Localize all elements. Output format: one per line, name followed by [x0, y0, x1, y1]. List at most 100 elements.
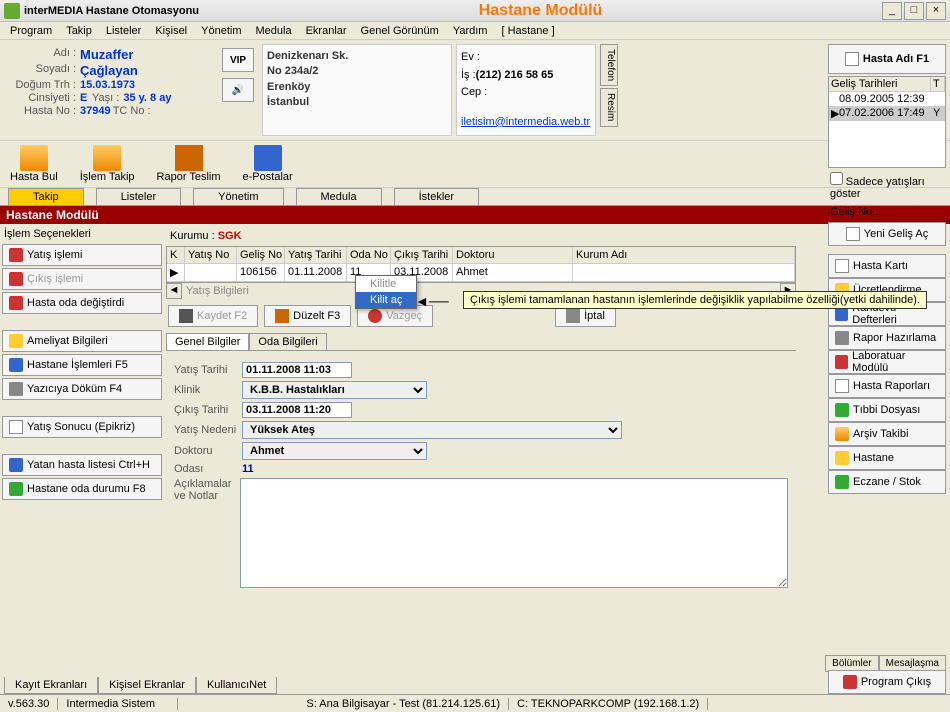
- program-cikis-button[interactable]: Program Çıkış: [828, 670, 946, 694]
- address-box: Denizkenarı Sk. No 234a/2 Erenköy İstanb…: [262, 44, 452, 136]
- patient-name: Muzaffer: [80, 47, 133, 62]
- left-yatan-hasta-listesi-ctrl-h[interactable]: Yatan hasta listesi Ctrl+H: [2, 454, 162, 476]
- app-title: interMEDIA Hastane Otomasyonu: [24, 5, 199, 17]
- module-title-header: Hastane Modülü: [199, 2, 882, 20]
- exit-icon: [843, 675, 857, 689]
- tab-oda-bilgileri[interactable]: Oda Bilgileri: [249, 333, 326, 350]
- btn-icon: [9, 296, 23, 310]
- right-hastane[interactable]: Hastane: [828, 446, 946, 470]
- new-icon: [846, 227, 860, 241]
- close-button[interactable]: ×: [926, 2, 946, 20]
- maintab-i̇stekler[interactable]: İstekler: [394, 188, 479, 205]
- left-ameliyat-bilgileri[interactable]: Ameliyat Bilgileri: [2, 330, 162, 352]
- menu-kiisel[interactable]: Kişisel: [149, 24, 193, 38]
- menu-ekranlar[interactable]: Ekranlar: [300, 24, 353, 38]
- patient-info: Adı :Muzaffer Soyadı :Çağlayan Doğum Trh…: [4, 44, 214, 136]
- tab-genel-bilgiler[interactable]: Genel Bilgiler: [166, 333, 249, 350]
- module-bar: Hastane Modülü: [0, 206, 950, 224]
- toolbar-hasta-bul[interactable]: Hasta Bul: [8, 143, 60, 185]
- unlock-menuitem[interactable]: Kilit aç: [356, 292, 416, 308]
- btn-icon: [835, 379, 849, 393]
- tab-telefon[interactable]: Telefon: [600, 44, 618, 86]
- notlar-textarea[interactable]: [240, 478, 788, 588]
- left---k---i-lemi[interactable]: Çıkış işlemi: [2, 268, 162, 290]
- btn-icon: [9, 358, 23, 372]
- right-laboratuar-mod-l-[interactable]: Laboratuar Modülü: [828, 350, 946, 374]
- yatis-tarihi-input[interactable]: [242, 362, 352, 378]
- btn-icon: [835, 355, 848, 369]
- menu-program[interactable]: Program: [4, 24, 58, 38]
- menu-ynetim[interactable]: Yönetim: [195, 24, 247, 38]
- minimize-button[interactable]: _: [882, 2, 902, 20]
- tab-kullanicinet[interactable]: KullanıcıNet: [196, 677, 277, 694]
- menu-medula[interactable]: Medula: [250, 24, 298, 38]
- tab-kayit-ekranlari[interactable]: Kayıt Ekranları: [4, 677, 98, 694]
- grid-row[interactable]: ▶ 106156 01.11.2008 11 03.11.2008 Ahmet: [167, 264, 795, 282]
- menu-takip[interactable]: Takip: [60, 24, 98, 38]
- left-hastane-oda-durumu-f-[interactable]: Hastane oda durumu F8: [2, 478, 162, 500]
- patient-dob: 15.03.1973: [80, 79, 135, 91]
- app-icon: [4, 3, 20, 19]
- menu-genelgrnm[interactable]: Genel Görünüm: [355, 24, 445, 38]
- maintab-yönetim[interactable]: Yönetim: [193, 188, 283, 205]
- sound-button[interactable]: 🔊: [222, 78, 254, 102]
- left-hastane-i--lemleri---f-[interactable]: Hastane İşlemleri F5: [2, 354, 162, 376]
- left-hasta-oda-de-i-tirdi[interactable]: Hasta oda değiştirdi: [2, 292, 162, 314]
- hasta-adi-button[interactable]: Hasta Adı F1: [828, 44, 946, 74]
- toolbar-i̇şlem-takip[interactable]: İşlem Takip: [78, 143, 137, 185]
- patient-no: 37949: [80, 105, 111, 117]
- left-yat---i-lemi[interactable]: Yatış işlemi: [2, 244, 162, 266]
- tab-kisisel-ekranlar[interactable]: Kişisel Ekranlar: [98, 677, 196, 694]
- gelis-no: 106156: [881, 206, 918, 218]
- right-ar-iv-takibi[interactable]: Arşiv Takibi: [828, 422, 946, 446]
- right-hasta-raporlar-[interactable]: Hasta Raporları: [828, 374, 946, 398]
- kaydet-button[interactable]: Kaydet F2: [168, 305, 258, 327]
- btn-icon: [9, 458, 23, 472]
- date-row[interactable]: 08.09.2005 12:39: [829, 92, 945, 106]
- lock-menuitem[interactable]: Kilitle: [356, 276, 416, 292]
- maintab-takip[interactable]: Takip: [8, 188, 84, 205]
- card-icon: [845, 52, 859, 66]
- tab-resim[interactable]: Resim: [600, 88, 618, 126]
- scroll-left[interactable]: ◄: [166, 283, 182, 299]
- only-admissions-checkbox[interactable]: [830, 172, 843, 185]
- status-system: Intermedia Sistem: [58, 698, 178, 710]
- btn-icon: [835, 331, 849, 345]
- edit-icon: [275, 309, 289, 323]
- btn-icon: [835, 259, 849, 273]
- toolbar-icon: [254, 145, 282, 171]
- maximize-button[interactable]: □: [904, 2, 924, 20]
- cikis-tarihi-input[interactable]: [242, 402, 352, 418]
- left-yat---sonucu--epikriz-[interactable]: Yatış Sonucu (Epikriz): [2, 416, 162, 438]
- right-rapor-haz-rlama[interactable]: Rapor Hazırlama: [828, 326, 946, 350]
- right-t-bbi-dosyas-[interactable]: Tıbbi Dosyası: [828, 398, 946, 422]
- btn-icon: [835, 475, 849, 489]
- duzelt-button[interactable]: Düzelt F3: [264, 305, 351, 327]
- visit-dates-grid[interactable]: Geliş TarihleriT 08.09.2005 12:39 ▶07.02…: [828, 76, 946, 168]
- vip-button[interactable]: VIP: [222, 48, 254, 72]
- maintab-medula[interactable]: Medula: [296, 188, 382, 205]
- kurum-value: SGK: [218, 230, 242, 242]
- doktor-select[interactable]: Ahmet: [242, 442, 427, 460]
- btn-icon: [835, 451, 849, 465]
- yeni-gelis-button[interactable]: Yeni Geliş Aç: [828, 222, 946, 246]
- trash-icon: [566, 309, 580, 323]
- menu-hastane[interactable]: [ Hastane ]: [495, 24, 560, 38]
- date-row[interactable]: ▶07.02.2006 17:49Y: [829, 106, 945, 121]
- left-yaz-c-ya-d-k-m---f-[interactable]: Yazıcıya Döküm F4: [2, 378, 162, 400]
- email-link[interactable]: iletisim@intermedia.web.tr: [461, 114, 591, 132]
- menu-yardm[interactable]: Yardım: [447, 24, 494, 38]
- right-eczane---stok[interactable]: Eczane / Stok: [828, 470, 946, 494]
- cancel-icon: [368, 309, 382, 323]
- arrow-indicator: ◄──: [415, 293, 449, 309]
- yatis-nedeni-select[interactable]: Yüksek Ateş: [242, 421, 622, 439]
- toolbar-e-postalar[interactable]: e-Postalar: [241, 143, 295, 185]
- klinik-select[interactable]: K.B.B. Hastalıkları: [242, 381, 427, 399]
- right-hasta-kart-[interactable]: Hasta Kartı: [828, 254, 946, 278]
- maintab-listeler[interactable]: Listeler: [96, 188, 181, 205]
- admissions-grid[interactable]: K Yatış No Geliş No Yatış Tarihi Oda No …: [166, 246, 796, 283]
- save-icon: [179, 309, 193, 323]
- toolbar-rapor-teslim[interactable]: Rapor Teslim: [155, 143, 223, 185]
- btn-icon: [9, 334, 23, 348]
- menu-listeler[interactable]: Listeler: [100, 24, 147, 38]
